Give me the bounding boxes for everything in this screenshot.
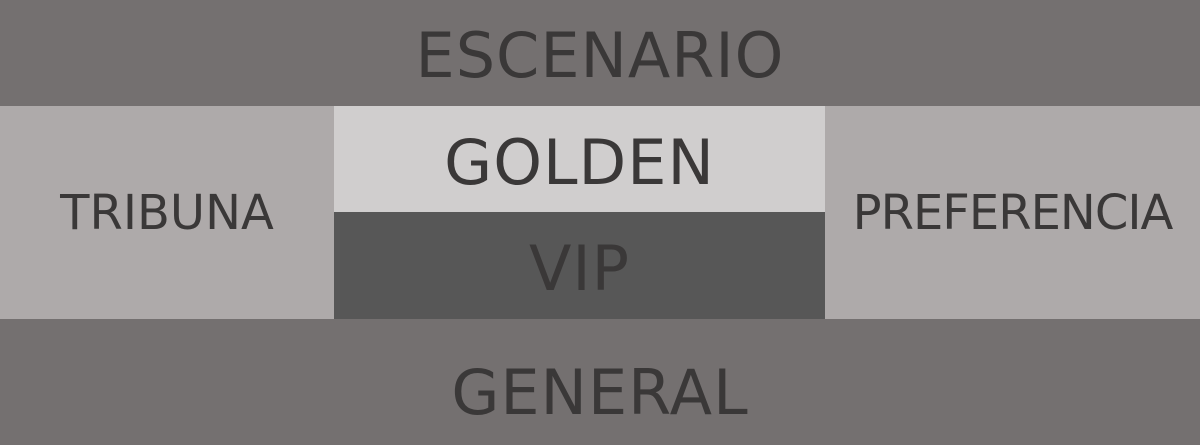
zone-preferencia-label: PREFERENCIA	[852, 184, 1174, 241]
zone-golden: GOLDEN	[334, 106, 825, 212]
zone-general-label: GENERAL	[451, 355, 749, 429]
zone-tribuna-label: TRIBUNA	[60, 184, 274, 241]
zone-preferencia: PREFERENCIA	[825, 106, 1200, 319]
zone-general: GENERAL	[0, 319, 1200, 445]
zone-escenario: ESCENARIO	[0, 0, 1200, 106]
zone-vip: VIP	[334, 212, 825, 319]
zone-golden-label: GOLDEN	[444, 125, 715, 199]
zone-vip-label: VIP	[528, 232, 631, 305]
zone-tribuna: TRIBUNA	[0, 106, 334, 319]
zone-escenario-label: ESCENARIO	[415, 18, 785, 92]
venue-seating-map: ESCENARIO TRIBUNA GOLDEN VIP PREFERENCIA…	[0, 0, 1200, 445]
